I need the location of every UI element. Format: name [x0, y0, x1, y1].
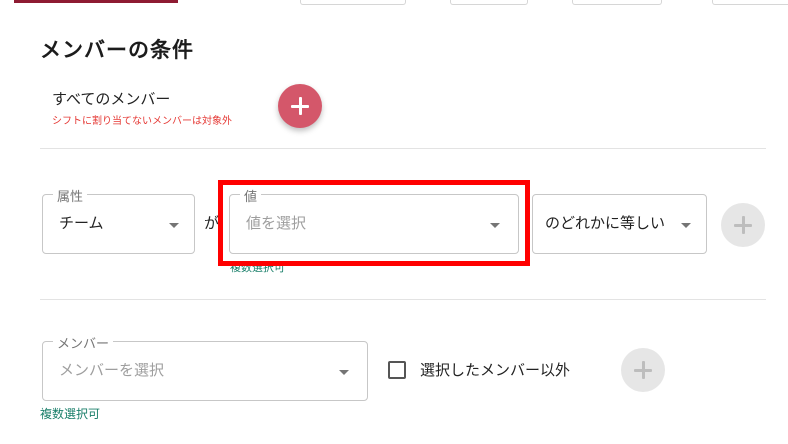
chevron-down-icon [339, 370, 349, 375]
all-members-label: すべてのメンバー [52, 90, 171, 108]
plus-icon [734, 216, 752, 234]
condition-select[interactable]: のどれかに等しい [532, 194, 707, 254]
connector-text: が [204, 214, 220, 232]
member-legend: メンバー [53, 333, 114, 352]
add-condition-button[interactable] [278, 84, 322, 128]
exclude-members-label: 選択したメンバー以外 [420, 361, 571, 379]
tab-segment [300, 0, 406, 5]
plus-icon [634, 361, 652, 379]
member-placeholder: メンバーを選択 [59, 361, 165, 379]
attribute-legend: 属性 [53, 186, 88, 205]
chevron-down-icon [169, 223, 179, 228]
add-member-condition-button[interactable] [621, 348, 665, 392]
exclusion-warning: シフトに割り当てないメンバーは対象外 [52, 116, 232, 127]
highlight-box [218, 180, 530, 266]
tab-segment [450, 0, 528, 5]
active-tab-indicator [14, 0, 178, 3]
member-multi-select-hint: 複数選択可 [40, 407, 101, 421]
tab-segment [572, 0, 662, 5]
condition-value: のどれかに等しい [545, 214, 666, 232]
tab-segment [712, 0, 788, 5]
attribute-value: チーム [59, 214, 104, 232]
section-title: メンバーの条件 [40, 38, 194, 62]
attribute-select[interactable]: 属性 チーム [42, 186, 195, 254]
member-select[interactable]: メンバー メンバーを選択 [42, 333, 368, 401]
exclude-members-checkbox[interactable] [388, 361, 406, 379]
divider [40, 148, 766, 149]
plus-icon [291, 97, 309, 115]
divider [40, 299, 766, 300]
top-tab-strip [0, 0, 788, 6]
chevron-down-icon [681, 223, 691, 228]
add-attribute-condition-button[interactable] [721, 203, 765, 247]
